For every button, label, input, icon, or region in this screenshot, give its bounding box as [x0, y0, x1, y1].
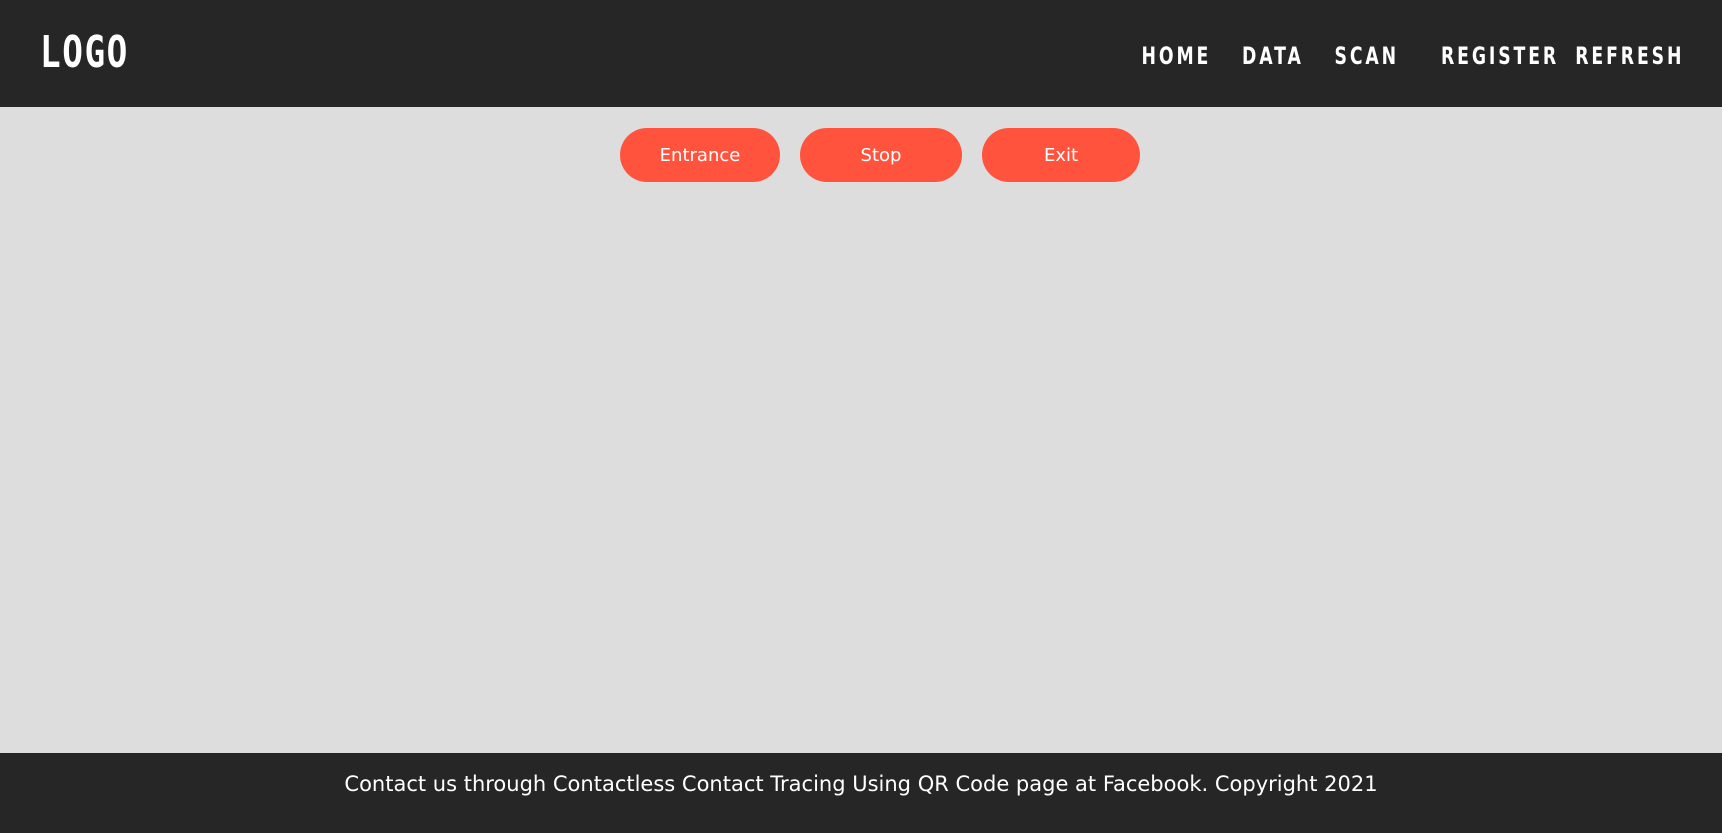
nav-item-register[interactable]: REGISTER [1418, 40, 1556, 72]
nav-link-register[interactable]: REGISTER [1441, 40, 1559, 72]
page: LOGO HOME DATA SCAN REGISTER REFRESH Ent… [0, 0, 1722, 833]
footer-text: Contact us through Contactless Contact T… [344, 772, 1378, 796]
nav-item-data[interactable]: DATA [1230, 40, 1306, 72]
footer: Contact us through Contactless Contact T… [0, 753, 1722, 833]
exit-button[interactable]: Exit [982, 128, 1140, 182]
nav-link-data[interactable]: DATA [1242, 40, 1304, 72]
nav-item-scan[interactable]: SCAN [1322, 40, 1402, 72]
nav-item-refresh[interactable]: REFRESH [1554, 40, 1681, 72]
scan-controls: Entrance Stop Exit [620, 128, 1140, 182]
stop-button[interactable]: Stop [800, 128, 962, 182]
nav-link-scan[interactable]: SCAN [1335, 40, 1399, 72]
nav-link-refresh[interactable]: REFRESH [1575, 40, 1684, 72]
nav-item-home[interactable]: HOME [1128, 40, 1212, 72]
logo[interactable]: LOGO [40, 28, 129, 78]
nav-link-home[interactable]: HOME [1142, 40, 1212, 72]
nav-links: HOME DATA SCAN REGISTER REFRESH [1128, 40, 1682, 72]
top-navbar: LOGO HOME DATA SCAN REGISTER REFRESH [0, 0, 1722, 107]
entrance-button[interactable]: Entrance [620, 128, 780, 182]
